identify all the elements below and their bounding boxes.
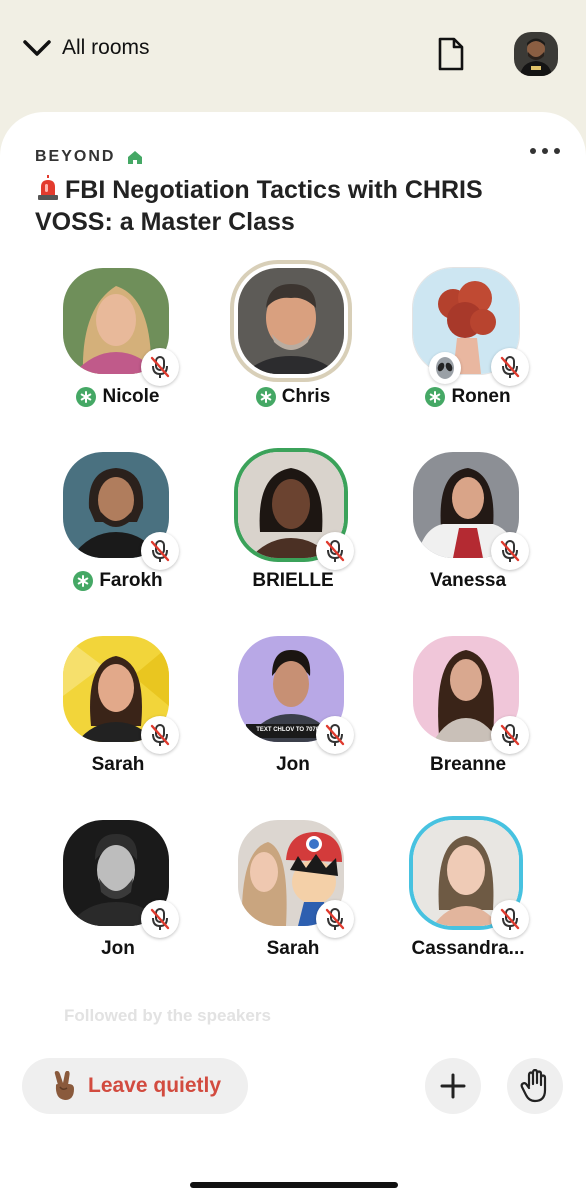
speaker-tile[interactable]: Vanessa	[390, 452, 546, 622]
moderator-star-icon	[73, 571, 94, 591]
room-sheet: BEYOND FBI Negotiation Tactics with CHRI…	[0, 112, 586, 1200]
document-icon[interactable]	[436, 36, 466, 72]
speaker-name: Ronen	[451, 386, 511, 407]
speaker-avatar	[238, 268, 344, 374]
speaker-tile[interactable]: Sarah	[40, 636, 196, 806]
raise-hand-icon	[520, 1069, 547, 1103]
speaker-name: Breanne	[429, 754, 507, 775]
club-name: BEYOND	[35, 148, 116, 165]
room-title: FBI Negotiation Tactics with CHRIS VOSS:…	[35, 174, 515, 238]
speaker-tile[interactable]: Ronen	[390, 268, 546, 438]
mic-muted-icon	[141, 532, 179, 570]
mic-muted-icon	[491, 532, 529, 570]
peace-hand-icon	[54, 1071, 74, 1100]
home-indicator[interactable]	[190, 1182, 398, 1188]
more-dots-icon[interactable]	[530, 148, 560, 154]
siren-icon	[38, 175, 58, 200]
chevron-down-icon	[23, 40, 51, 56]
speaker-tile[interactable]: Cassandra...	[390, 820, 546, 990]
mic-muted-icon	[141, 900, 179, 938]
speaker-tile[interactable]: Nicole	[40, 268, 196, 438]
speaker-name: Nicole	[102, 386, 160, 407]
speaker-name: Jon	[101, 938, 135, 959]
mic-muted-icon	[316, 716, 354, 754]
speaker-name: Vanessa	[429, 570, 507, 591]
speaker-name: Sarah	[91, 754, 145, 775]
add-button[interactable]	[425, 1058, 481, 1114]
followed-by-speakers-label: Followed by the speakers	[64, 1006, 271, 1025]
speaker-tile[interactable]: TEXT CHLOV TO 707070 Jon	[215, 636, 371, 806]
mic-muted-icon	[491, 348, 529, 386]
leave-quietly-label: Leave quietly	[88, 1074, 222, 1097]
raise-hand-button[interactable]	[507, 1058, 563, 1114]
all-rooms-label: All rooms	[62, 36, 150, 59]
speaker-tile[interactable]: Chris	[215, 268, 371, 438]
speaker-tile[interactable]: Sarah	[215, 820, 371, 990]
room-title-text: FBI Negotiation Tactics with CHRIS VOSS:…	[35, 176, 483, 236]
mic-muted-icon	[141, 348, 179, 386]
speaker-tile[interactable]: Farokh	[40, 452, 196, 622]
plus-icon	[440, 1073, 466, 1099]
alien-icon	[429, 352, 461, 384]
mic-muted-icon	[491, 716, 529, 754]
speaker-name: Farokh	[99, 570, 163, 591]
mic-muted-icon	[316, 532, 354, 570]
mic-muted-icon	[141, 716, 179, 754]
speaker-tile[interactable]: BRIELLE	[215, 452, 371, 622]
moderator-star-icon	[255, 387, 276, 407]
mic-muted-icon	[316, 900, 354, 938]
profile-avatar[interactable]	[514, 32, 558, 76]
top-bar: All rooms	[0, 0, 586, 112]
mic-muted-icon	[491, 900, 529, 938]
speaker-name: BRIELLE	[252, 570, 334, 591]
speaker-name: Jon	[276, 754, 310, 775]
leave-quietly-button[interactable]: Leave quietly	[22, 1058, 248, 1114]
moderator-star-icon	[425, 387, 446, 407]
speaker-name: Sarah	[266, 938, 320, 959]
speaker-name: Cassandra...	[411, 938, 525, 959]
club-row[interactable]: BEYOND	[35, 148, 143, 166]
speaker-tile[interactable]: Jon	[40, 820, 196, 990]
all-rooms-button[interactable]: All rooms	[22, 36, 150, 60]
house-icon	[128, 150, 143, 164]
speaker-name: Chris	[281, 386, 331, 407]
moderator-star-icon	[76, 387, 97, 407]
speaker-tile[interactable]: Breanne	[390, 636, 546, 806]
